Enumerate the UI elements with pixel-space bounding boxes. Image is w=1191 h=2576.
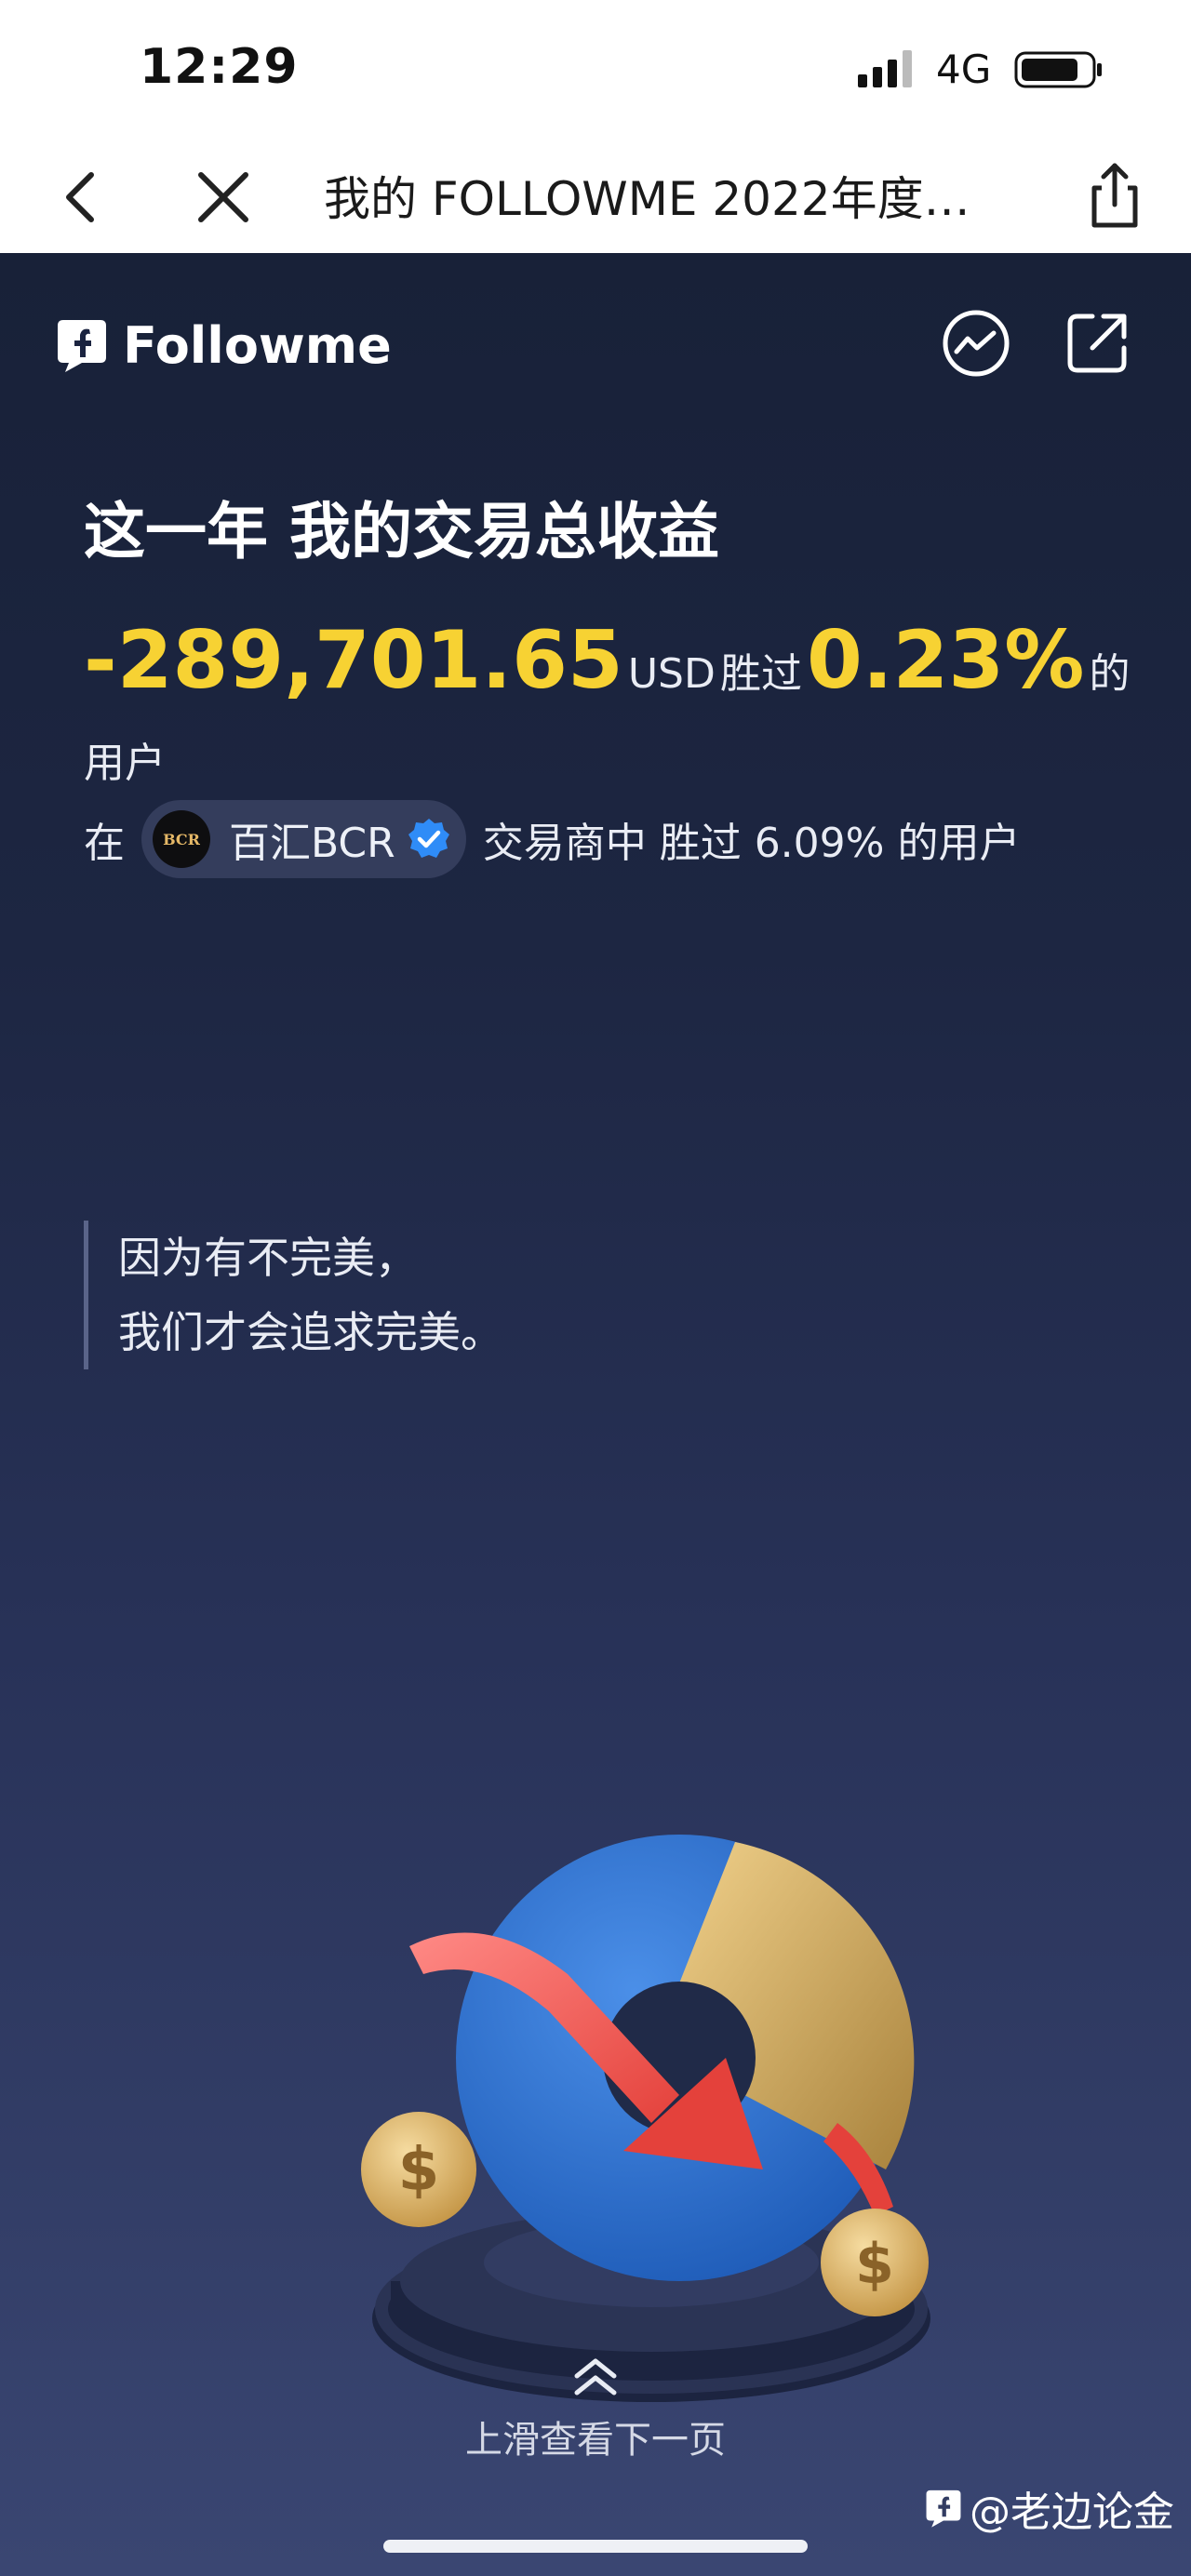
quote-line-1: 因为有不完美， <box>118 1233 418 1283</box>
followme-logo-icon <box>58 320 106 372</box>
swipe-hint-text: 上滑查看下一页 <box>465 2419 726 2462</box>
swipe-up-hint[interactable]: 上滑查看下一页 <box>0 2354 1191 2463</box>
quote-block: 因为有不完美， 我们才会追求完美。 <box>84 1221 503 1369</box>
battery-icon <box>1014 51 1102 88</box>
svg-text:$: $ <box>855 2232 894 2297</box>
svg-text:$: $ <box>398 2136 440 2205</box>
share-icon[interactable] <box>1077 156 1152 234</box>
total-profit-value: -289,701.65 <box>84 614 623 707</box>
broker-comparison: 在 BCR 百汇BCR 交易商中 胜过 6.09% 的用户 <box>84 800 1020 878</box>
quote-line-2: 我们才会追求完美。 <box>118 1307 503 1357</box>
report-page[interactable]: Followme 这一年 我的交易总收益 -289,701.65 USD 胜过 … <box>0 253 1191 2576</box>
chart-circle-icon[interactable] <box>940 307 1012 380</box>
beat-percent-value: 0.23% <box>807 614 1085 707</box>
beat-label: 胜过 <box>719 650 802 698</box>
brand-header: Followme <box>54 313 392 378</box>
home-indicator[interactable] <box>383 2540 808 2553</box>
broker-suffix: 交易商中 胜过 6.09% 的用户 <box>482 820 1021 867</box>
verified-badge-icon <box>408 819 449 858</box>
chevron-left-icon[interactable] <box>45 160 119 234</box>
users-label: 用户 <box>84 740 166 787</box>
signal-icon <box>858 50 912 87</box>
broker-chip[interactable]: BCR 百汇BCR <box>141 800 466 878</box>
status-time: 12:29 <box>140 39 299 95</box>
status-bar: 12:29 4G <box>0 0 1191 140</box>
network-label: 4G <box>936 47 992 92</box>
loss-pie-illustration: $ $ <box>361 1835 930 2402</box>
brand-name: Followme <box>123 315 392 375</box>
close-icon[interactable] <box>186 160 261 234</box>
external-share-icon[interactable] <box>1061 307 1133 380</box>
watermark: @老边论金 <box>923 2478 1174 2538</box>
beat-suffix: 的 <box>1089 650 1131 698</box>
report-heading: 这一年 我的交易总收益 <box>84 496 719 567</box>
double-chevron-up-icon <box>574 2358 617 2396</box>
nav-bar: 我的 FOLLOWME 2022年度… <box>0 140 1191 253</box>
broker-prefix: 在 <box>84 820 125 867</box>
profit-line: -289,701.65 USD 胜过 0.23% 的 <box>84 614 1131 707</box>
broker-logo: BCR <box>153 810 210 868</box>
broker-name: 百汇BCR <box>229 820 395 867</box>
watermark-logo-icon <box>926 2489 961 2528</box>
currency-label: USD <box>627 650 716 698</box>
page-title: 我的 FOLLOWME 2022年度… <box>324 172 970 226</box>
watermark-text: @老边论金 <box>970 2489 1174 2536</box>
